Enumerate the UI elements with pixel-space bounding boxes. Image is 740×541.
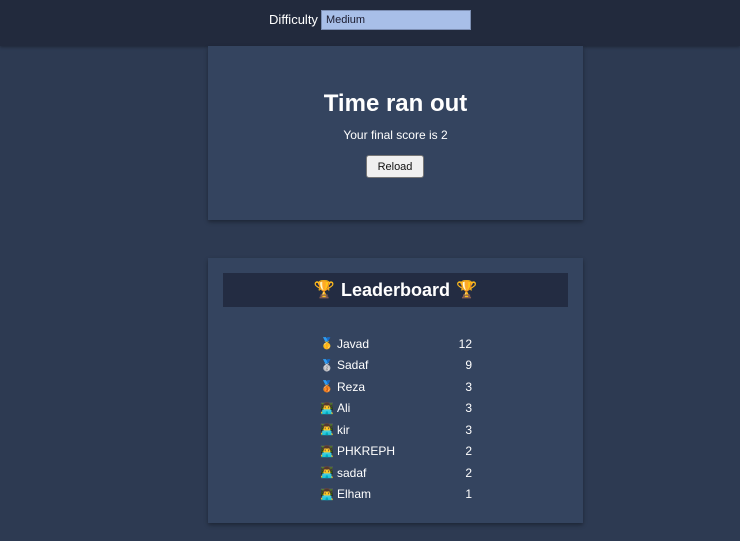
leaderboard-row: 👨‍💻 kir 3 [320, 419, 472, 441]
player-score: 2 [465, 444, 472, 459]
game-over-card: Time ran out Your final score is 2 Reloa… [208, 46, 583, 220]
game-over-title: Time ran out [323, 90, 468, 117]
player-score: 9 [465, 358, 472, 373]
leaderboard-row: 👨‍💻 Ali 3 [320, 398, 472, 420]
leaderboard-header: 🏆 Leaderboard 🏆 [223, 273, 568, 307]
player-name: Javad [337, 336, 370, 351]
difficulty-select[interactable]: Medium [320, 10, 471, 30]
technologist-icon: 👨‍💻 [320, 488, 334, 501]
difficulty-label: Difficulty [269, 12, 318, 27]
silver-medal-icon: 🥈 [320, 359, 334, 372]
leaderboard-row: 🥈 Sadaf 9 [320, 355, 472, 377]
leaderboard-row: 👨‍💻 sadaf 2 [320, 462, 472, 484]
player-name: kir [337, 422, 350, 437]
leaderboard-row: 👨‍💻 PHKREPH 2 [320, 441, 472, 463]
technologist-icon: 👨‍💻 [320, 467, 334, 480]
player-name: Ali [337, 401, 351, 416]
leaderboard-title: Leaderboard [340, 279, 451, 300]
player-name: Sadaf [337, 358, 369, 373]
technologist-icon: 👨‍💻 [320, 424, 334, 437]
trophy-icon: 🏆 [456, 280, 478, 299]
technologist-icon: 👨‍💻 [320, 402, 334, 415]
bronze-medal-icon: 🥉 [320, 381, 334, 394]
player-name: Elham [337, 487, 372, 502]
final-score-text: Your final score is 2 [343, 128, 448, 142]
leaderboard-row: 🥇 Javad 12 [320, 333, 472, 355]
leaderboard-list: 🥇 Javad 12 🥈 Sadaf 9 🥉 Reza 3 👨‍💻 Ali 3 👨‍💻 kir 3 👨‍💻 PH… [320, 333, 472, 505]
player-score: 3 [465, 401, 472, 416]
leaderboard-card: 🏆 Leaderboard 🏆 🥇 Javad 12 🥈 Sadaf 9 🥉 Reza 3 👨‍💻… [208, 258, 583, 523]
player-name: Reza [337, 379, 366, 394]
player-name: PHKREPH [337, 444, 396, 459]
reload-button[interactable]: Reload [366, 155, 424, 178]
trophy-icon: 🏆 [313, 280, 335, 299]
leaderboard-row: 👨‍💻 Elham 1 [320, 484, 472, 506]
leaderboard-row: 🥉 Reza 3 [320, 376, 472, 398]
gold-medal-icon: 🥇 [320, 338, 334, 351]
player-score: 3 [465, 379, 472, 394]
player-score: 3 [465, 422, 472, 437]
technologist-icon: 👨‍💻 [320, 445, 334, 458]
top-bar: Difficulty Medium [0, 0, 740, 46]
player-score: 1 [465, 487, 472, 502]
player-score: 2 [465, 465, 472, 480]
player-score: 12 [458, 336, 472, 351]
player-name: sadaf [337, 465, 367, 480]
